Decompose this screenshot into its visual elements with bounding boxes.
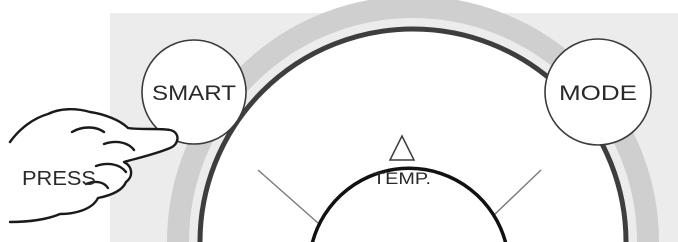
smart-button-label: SMART xyxy=(152,82,236,105)
remote-illustration: TEMP. SMART MODE PRESS xyxy=(8,0,659,242)
press-label: PRESS xyxy=(22,168,96,190)
temp-label: TEMP. xyxy=(373,169,431,188)
pointing-hand-icon xyxy=(8,108,179,224)
remote-diagram: TEMP. SMART MODE PRESS xyxy=(0,0,678,242)
mode-button[interactable]: MODE xyxy=(544,38,652,146)
mode-button-label: MODE xyxy=(559,82,637,105)
